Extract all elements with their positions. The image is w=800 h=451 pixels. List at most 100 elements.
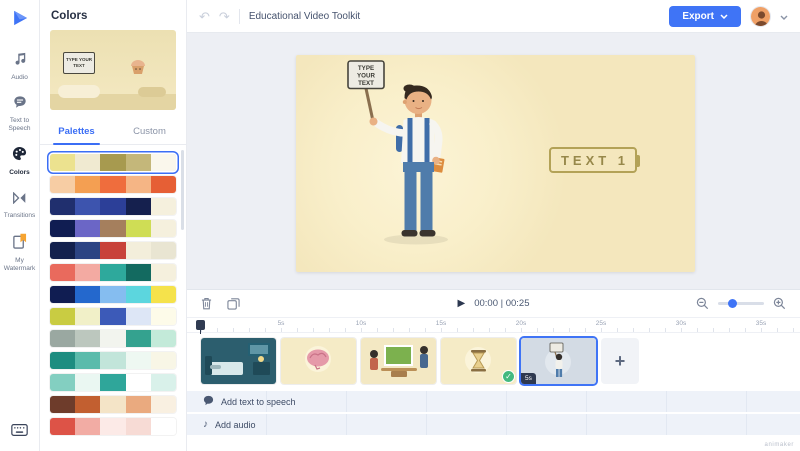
color-swatch[interactable] (100, 308, 126, 325)
color-swatch[interactable] (50, 176, 76, 193)
color-swatch[interactable] (50, 374, 76, 391)
palette-row[interactable] (50, 176, 176, 193)
playhead[interactable] (196, 320, 205, 334)
color-swatch[interactable] (75, 374, 101, 391)
tab-palettes[interactable]: Palettes (40, 120, 113, 145)
palette-row[interactable] (50, 264, 176, 281)
play-button[interactable]: ▶ (458, 298, 466, 309)
scene-canvas[interactable]: TYPE YOUR TEXT TEXT 1 (296, 55, 695, 272)
account-chevron-icon[interactable] (780, 7, 788, 25)
color-swatch[interactable] (150, 308, 176, 325)
color-swatch[interactable] (50, 418, 76, 435)
color-swatch[interactable] (125, 154, 151, 171)
sidebar-item-text-to-speech[interactable]: Text to Speech (0, 95, 39, 133)
color-swatch[interactable] (100, 198, 126, 215)
delete-scene-button[interactable] (201, 297, 212, 310)
color-swatch[interactable] (125, 220, 151, 237)
color-swatch[interactable] (50, 154, 76, 171)
color-swatch[interactable] (75, 220, 101, 237)
color-swatch[interactable] (125, 308, 151, 325)
palette-row[interactable] (50, 352, 176, 369)
color-swatch[interactable] (50, 308, 76, 325)
panel-scrollbar[interactable] (181, 150, 184, 230)
palette-row[interactable] (50, 308, 176, 325)
color-swatch[interactable] (100, 418, 126, 435)
scene-thumbnail-bedroom[interactable] (201, 338, 276, 384)
add-scene-button[interactable]: + (601, 338, 639, 384)
palette-row[interactable] (50, 198, 176, 215)
sidebar-item-my-watermark[interactable]: My Watermark (0, 233, 39, 273)
palette-row[interactable] (50, 242, 176, 259)
color-swatch[interactable] (100, 396, 126, 413)
color-swatch[interactable] (125, 286, 151, 303)
project-title[interactable]: Educational Video Toolkit (249, 11, 360, 22)
zoom-out-icon[interactable] (696, 297, 709, 310)
color-swatch[interactable] (75, 330, 101, 347)
color-swatch[interactable] (100, 330, 126, 347)
color-swatch[interactable] (150, 220, 176, 237)
color-swatch[interactable] (150, 374, 176, 391)
color-swatch[interactable] (150, 352, 176, 369)
scene-preview[interactable]: TYPE YOUR TEXT (50, 30, 176, 110)
text-element[interactable]: TEXT 1 (549, 147, 640, 173)
color-swatch[interactable] (100, 352, 126, 369)
color-swatch[interactable] (50, 396, 76, 413)
color-swatch[interactable] (75, 176, 101, 193)
zoom-in-icon[interactable] (773, 297, 786, 310)
color-swatch[interactable] (150, 242, 176, 259)
color-swatch[interactable] (100, 286, 126, 303)
sidebar-item-audio[interactable]: Audio (0, 52, 39, 82)
color-swatch[interactable] (75, 352, 101, 369)
undo-icon[interactable]: ↶ (199, 10, 210, 23)
scene-thumbnail-hourglass[interactable]: ✓ (441, 338, 516, 384)
scene-thumbnail-sign[interactable]: 5s (521, 338, 596, 384)
color-swatch[interactable] (75, 286, 101, 303)
color-swatch[interactable] (75, 264, 101, 281)
color-swatch[interactable] (50, 286, 76, 303)
redo-icon[interactable]: ↷ (219, 10, 230, 23)
color-swatch[interactable] (150, 396, 176, 413)
color-swatch[interactable] (75, 308, 101, 325)
color-swatch[interactable] (125, 176, 151, 193)
zoom-slider[interactable] (718, 299, 764, 308)
color-swatch[interactable] (50, 352, 76, 369)
tab-custom[interactable]: Custom (113, 120, 186, 144)
app-logo[interactable] (10, 8, 30, 33)
palette-row[interactable] (50, 286, 176, 303)
color-swatch[interactable] (150, 264, 176, 281)
color-swatch[interactable] (150, 330, 176, 347)
sidebar-item-transitions[interactable]: Transitions (0, 191, 39, 220)
color-swatch[interactable] (50, 198, 76, 215)
color-swatch[interactable] (100, 176, 126, 193)
audio-track[interactable]: ♪ Add audio (187, 414, 800, 435)
sidebar-item-colors[interactable]: Colors (0, 146, 39, 177)
color-swatch[interactable] (75, 154, 101, 171)
color-swatch[interactable] (125, 242, 151, 259)
color-swatch[interactable] (125, 396, 151, 413)
scene-thumbnail-brain[interactable] (281, 338, 356, 384)
color-swatch[interactable] (150, 198, 176, 215)
color-swatch[interactable] (150, 176, 176, 193)
tts-track[interactable]: Add text to speech (187, 391, 800, 412)
color-swatch[interactable] (50, 220, 76, 237)
color-swatch[interactable] (100, 154, 126, 171)
export-button[interactable]: Export (669, 5, 741, 27)
scene-thumbnail-whiteboard[interactable] (361, 338, 436, 384)
user-avatar[interactable] (750, 5, 771, 27)
color-swatch[interactable] (125, 352, 151, 369)
color-swatch[interactable] (150, 286, 176, 303)
color-swatch[interactable] (125, 198, 151, 215)
keyboard-shortcuts-icon[interactable] (11, 423, 28, 441)
color-swatch[interactable] (100, 220, 126, 237)
palette-row[interactable] (50, 418, 176, 435)
timeline-ruler[interactable]: 5s 10s 15s 20s 25s 30s 35s (187, 318, 800, 334)
color-swatch[interactable] (50, 330, 76, 347)
color-swatch[interactable] (125, 330, 151, 347)
color-swatch[interactable] (75, 198, 101, 215)
color-swatch[interactable] (125, 264, 151, 281)
color-swatch[interactable] (150, 154, 176, 171)
color-swatch[interactable] (75, 418, 101, 435)
color-swatch[interactable] (75, 396, 101, 413)
color-swatch[interactable] (75, 242, 101, 259)
color-swatch[interactable] (100, 242, 126, 259)
